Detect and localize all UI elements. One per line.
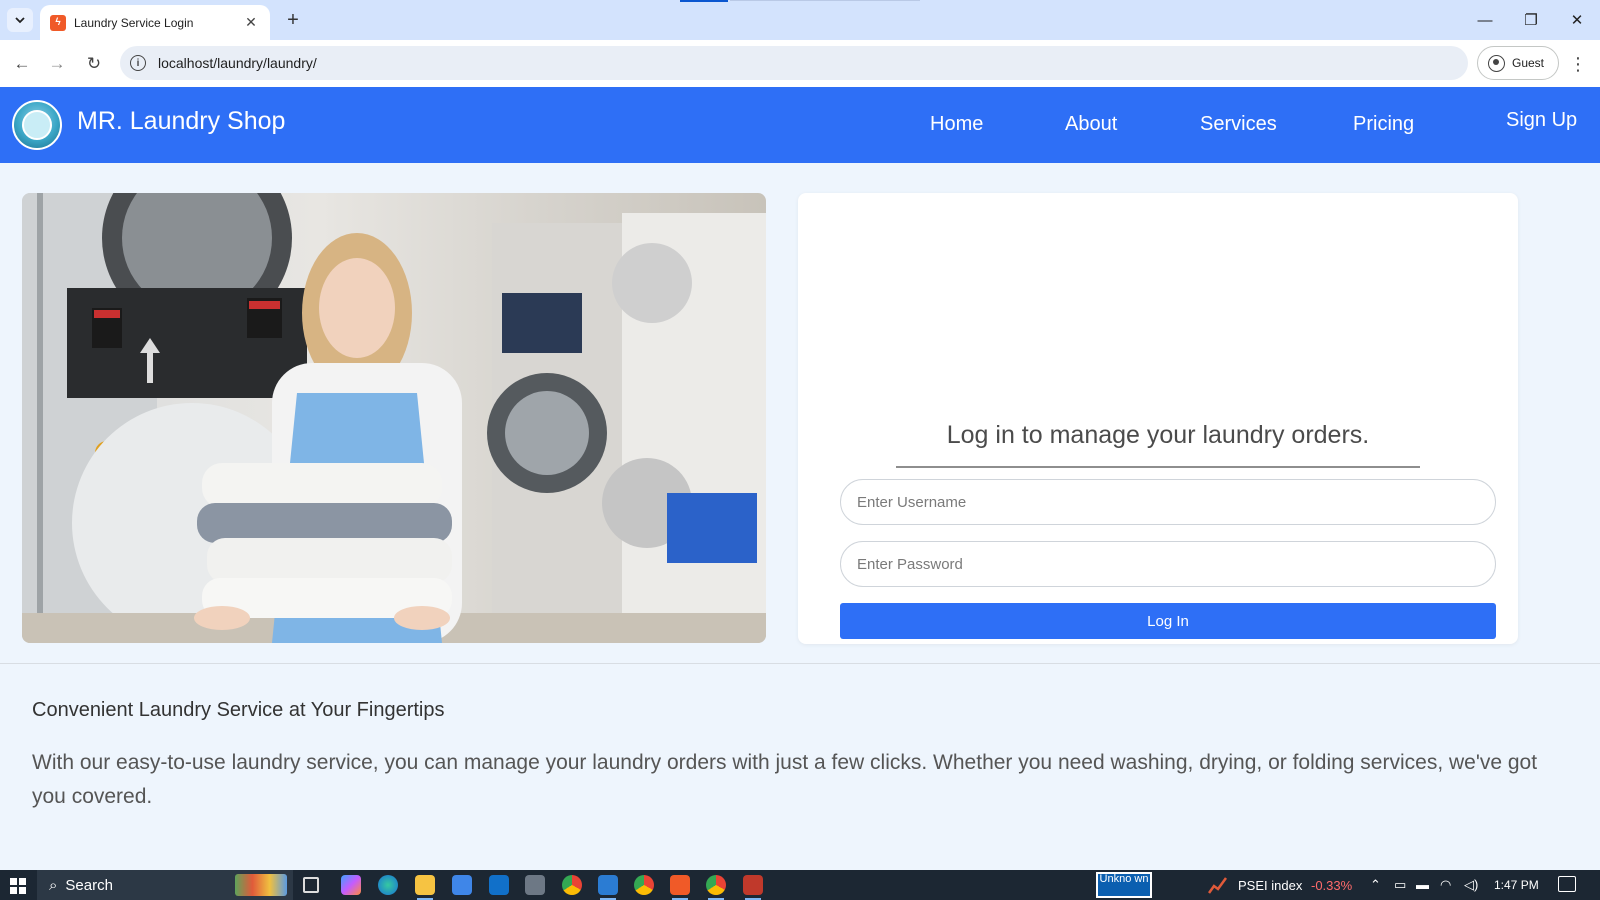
login-card: Log in to manage your laundry orders. Lo… — [798, 193, 1518, 644]
laundromat-illustration — [22, 193, 766, 643]
search-highlight-image — [235, 874, 287, 896]
reload-icon[interactable]: ↻ — [82, 52, 106, 76]
weather-widget[interactable]: Unkno wn — [1096, 872, 1152, 898]
taskbar-clock[interactable]: 1:47 PM — [1494, 878, 1539, 892]
login-heading: Log in to manage your laundry orders. — [946, 421, 1370, 449]
battery-icon[interactable]: ▬ — [1416, 877, 1429, 892]
windows-start-icon[interactable] — [10, 878, 26, 894]
profile-icon — [1488, 54, 1505, 72]
chrome-profile-icon[interactable] — [634, 875, 654, 895]
site-info-icon[interactable]: i — [130, 55, 146, 71]
ticker-label[interactable]: PSEI index — [1238, 878, 1302, 893]
minimize-button[interactable]: — — [1470, 8, 1500, 32]
browser-tab[interactable]: ϟ Laundry Service Login ✕ — [40, 5, 270, 40]
browser-tab-strip: ϟ Laundry Service Login ✕ + — ❐ ✕ — [0, 0, 1600, 40]
shop-logo[interactable] — [12, 100, 62, 150]
filezilla-icon[interactable] — [743, 875, 763, 900]
loading-indicator — [680, 0, 728, 2]
file-explorer-icon[interactable] — [415, 875, 435, 900]
taskbar-search-label: Search — [65, 876, 113, 894]
xampp-taskbar-icon[interactable] — [670, 875, 690, 900]
xampp-icon: ϟ — [50, 14, 66, 31]
forward-icon[interactable]: → — [45, 52, 69, 76]
taskbar-search[interactable]: ⌕ Search — [37, 870, 293, 900]
wifi-icon[interactable]: ◠ — [1440, 877, 1451, 893]
close-window-button[interactable]: ✕ — [1562, 8, 1592, 32]
tab-title: Laundry Service Login — [74, 15, 194, 30]
chrome-icon[interactable] — [562, 875, 582, 895]
site-navbar: MR. Laundry Shop Home About Services Pri… — [0, 87, 1600, 163]
task-view-icon[interactable] — [303, 877, 319, 893]
new-tab-button[interactable]: + — [282, 9, 304, 31]
store-icon[interactable] — [452, 875, 472, 895]
edge-icon[interactable] — [378, 875, 398, 895]
section-divider — [0, 663, 1600, 664]
nav-services[interactable]: Services — [1200, 113, 1277, 136]
stock-chart-icon — [1208, 877, 1228, 894]
login-button[interactable]: Log In — [840, 603, 1496, 639]
notification-icon[interactable] — [1558, 876, 1576, 892]
outlook-icon[interactable] — [489, 875, 509, 895]
loading-track — [730, 0, 920, 1]
meet-icon[interactable]: ▭ — [1394, 877, 1406, 893]
nav-sign-up[interactable]: Sign Up — [1506, 109, 1577, 132]
restore-button[interactable]: ❐ — [1516, 8, 1546, 32]
ticker-value: -0.33% — [1311, 878, 1353, 893]
profile-button[interactable]: Guest — [1477, 46, 1559, 80]
windows-taskbar: ⌕ Search Unkno wn PSEI index -0.33% ⌃ ▭ … — [0, 870, 1600, 900]
nav-pricing[interactable]: Pricing — [1353, 113, 1414, 136]
logo-washer-icon — [22, 110, 52, 140]
chrome-active-icon[interactable] — [706, 875, 726, 900]
browser-menu-icon[interactable]: ⋮ — [1569, 52, 1587, 76]
back-icon[interactable]: ← — [10, 52, 34, 76]
tab-search-button[interactable] — [7, 8, 33, 32]
camera-icon[interactable] — [525, 875, 545, 895]
vscode-icon[interactable] — [598, 875, 618, 900]
chevron-down-icon — [15, 17, 25, 24]
password-input[interactable] — [840, 541, 1496, 587]
heading-divider — [896, 466, 1420, 468]
copilot-icon[interactable] — [341, 875, 361, 895]
browser-toolbar: ← → ↻ i localhost/laundry/laundry/ Guest… — [0, 40, 1600, 87]
brand-name[interactable]: MR. Laundry Shop — [77, 107, 285, 136]
chevron-up-icon[interactable]: ⌃ — [1370, 877, 1381, 893]
username-input[interactable] — [840, 479, 1496, 525]
close-tab-icon[interactable]: ✕ — [242, 14, 260, 31]
nav-about[interactable]: About — [1065, 113, 1117, 136]
url-text: localhost/laundry/laundry/ — [158, 55, 317, 71]
about-text: With our easy-to-use laundry service, yo… — [32, 751, 1538, 808]
search-icon: ⌕ — [49, 876, 58, 894]
hero-laundry-image — [22, 193, 766, 643]
address-bar[interactable]: i localhost/laundry/laundry/ — [120, 46, 1468, 80]
about-title: Convenient Laundry Service at Your Finge… — [32, 699, 445, 721]
volume-icon[interactable]: ◁) — [1464, 877, 1478, 893]
profile-label: Guest — [1512, 56, 1545, 70]
nav-home[interactable]: Home — [930, 113, 983, 136]
